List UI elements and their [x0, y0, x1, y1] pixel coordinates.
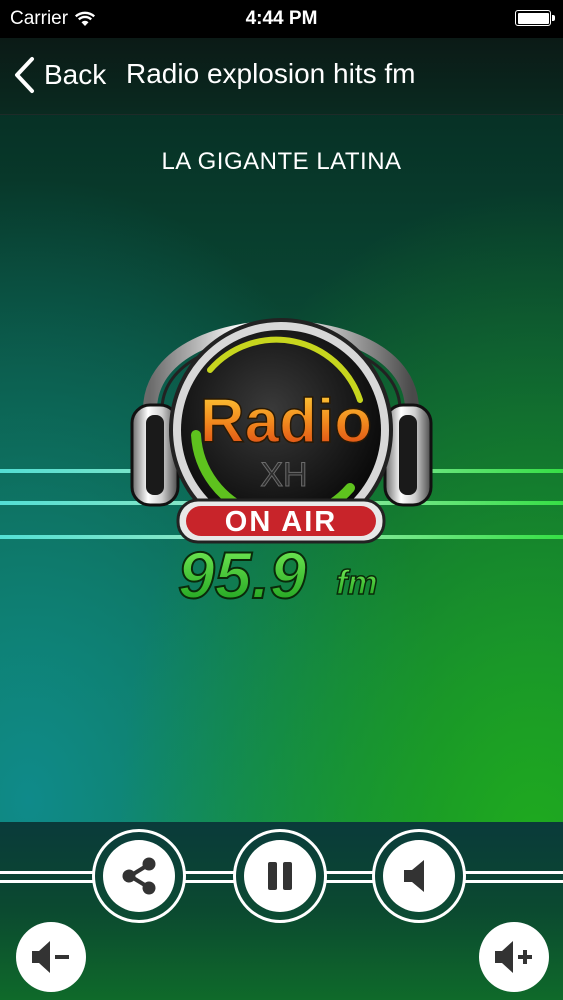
- logo-band-text: fm: [336, 564, 378, 602]
- volume-up-button[interactable]: [479, 922, 549, 992]
- navigation-bar: Back Radio explosion hits fm: [0, 38, 563, 115]
- app-screen: Carrier 4:44 PM Back Radio explosion hit…: [0, 0, 563, 1000]
- battery-icon: [515, 10, 555, 26]
- pause-button[interactable]: [233, 829, 327, 923]
- station-logo: Radio XH ON AIR 95.9 fm: [0, 318, 563, 613]
- share-button[interactable]: [92, 829, 186, 923]
- back-label: Back: [44, 59, 107, 90]
- player-controls: [0, 822, 563, 1000]
- volume-down-icon: [32, 941, 69, 973]
- chevron-left-icon: [15, 57, 34, 93]
- logo-radio-text: Radio: [200, 387, 372, 456]
- volume-down-button[interactable]: [16, 922, 86, 992]
- back-button[interactable]: Back: [12, 56, 106, 94]
- speaker-button[interactable]: [372, 829, 466, 923]
- status-time: 4:44 PM: [245, 8, 318, 29]
- logo-frequency-text: 95.9: [178, 538, 307, 612]
- speaker-icon: [404, 860, 424, 892]
- volume-up-icon: [495, 941, 532, 973]
- pause-icon: [268, 862, 292, 890]
- station-slogan: LA GIGANTE LATINA: [161, 148, 402, 175]
- page-title: Radio explosion hits fm: [126, 58, 416, 89]
- share-icon: [122, 857, 156, 895]
- logo-callsign-text: XH: [260, 456, 307, 494]
- on-air-text: ON AIR: [225, 506, 337, 538]
- status-bar: Carrier 4:44 PM: [0, 0, 563, 38]
